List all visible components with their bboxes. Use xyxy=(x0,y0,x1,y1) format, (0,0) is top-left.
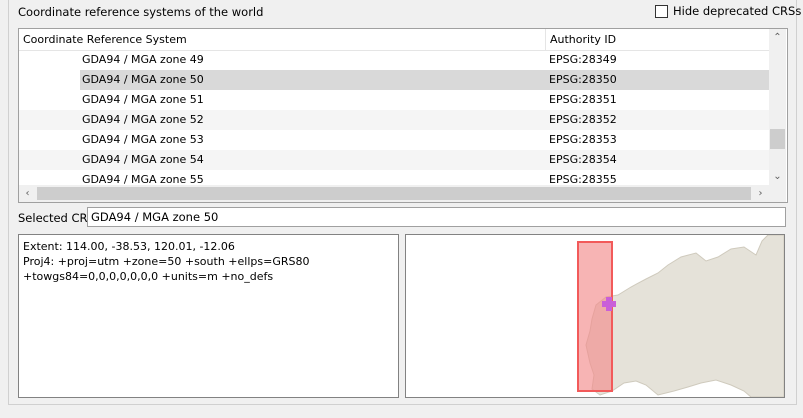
table-row[interactable]: GDA94 / MGA zone 55 EPSG:28355 xyxy=(19,170,769,185)
hide-deprecated-checkbox[interactable]: Hide deprecated CRSs xyxy=(655,4,801,18)
selected-crs-label: Selected CRS xyxy=(18,211,95,225)
crs-name-cell: GDA94 / MGA zone 52 xyxy=(82,113,204,126)
table-row[interactable]: GDA94 / MGA zone 53 EPSG:28353 xyxy=(19,130,769,150)
australia-landmass xyxy=(585,235,784,397)
authority-id-cell: EPSG:28349 xyxy=(549,53,617,66)
extent-map[interactable] xyxy=(405,234,785,398)
vertical-scrollbar[interactable]: ⌃ ⌄ xyxy=(769,29,786,185)
extent-text: Extent: 114.00, -38.53, 120.01, -12.06 xyxy=(23,240,235,253)
crs-info-box: Extent: 114.00, -38.53, 120.01, -12.06 P… xyxy=(18,234,399,398)
crs-name-cell: GDA94 / MGA zone 49 xyxy=(82,53,204,66)
authority-id-cell: EPSG:28353 xyxy=(549,133,617,146)
authority-id-cell: EPSG:28351 xyxy=(549,93,617,106)
crs-name-cell: GDA94 / MGA zone 54 xyxy=(82,153,204,166)
column-header-authority-id[interactable]: Authority ID xyxy=(546,29,769,50)
table-row[interactable]: GDA94 / MGA zone 52 EPSG:28352 xyxy=(19,110,769,130)
scrollbar-corner xyxy=(769,185,786,202)
scroll-right-icon[interactable]: › xyxy=(752,185,769,202)
table-row[interactable]: GDA94 / MGA zone 49 EPSG:28349 xyxy=(19,50,769,70)
proj4-text-continued: +towgs84=0,0,0,0,0,0,0 +units=m +no_defs xyxy=(23,270,274,283)
authority-id-cell: EPSG:28352 xyxy=(549,113,617,126)
table-row-selected[interactable]: GDA94 / MGA zone 50 EPSG:28350 xyxy=(19,70,769,90)
selected-crs-field[interactable]: GDA94 / MGA zone 50 xyxy=(87,207,786,227)
scroll-down-icon[interactable]: ⌄ xyxy=(769,168,786,185)
table-row[interactable]: GDA94 / MGA zone 54 EPSG:28354 xyxy=(19,150,769,170)
group-title: Coordinate reference systems of the worl… xyxy=(18,5,264,19)
horizontal-scrollbar[interactable]: ‹ › xyxy=(19,185,769,202)
crs-table[interactable]: Coordinate Reference System Authority ID… xyxy=(18,28,788,203)
map-canvas xyxy=(577,235,784,397)
checkbox-box[interactable] xyxy=(655,4,668,18)
crs-name-cell: GDA94 / MGA zone 55 xyxy=(82,173,204,185)
proj4-text: Proj4: +proj=utm +zone=50 +south +ellps=… xyxy=(23,255,310,268)
authority-id-cell: EPSG:28355 xyxy=(549,173,617,185)
scroll-left-icon[interactable]: ‹ xyxy=(19,185,36,202)
horizontal-scroll-thumb[interactable] xyxy=(37,187,751,200)
crs-name-cell: GDA94 / MGA zone 50 xyxy=(80,70,546,90)
authority-id-cell: EPSG:28350 xyxy=(546,70,769,90)
hide-deprecated-label: Hide deprecated CRSs xyxy=(673,4,802,18)
table-body: GDA94 / MGA zone 49 EPSG:28349 GDA94 / M… xyxy=(19,50,769,185)
crs-extent-rectangle xyxy=(577,241,613,392)
column-header-crs[interactable]: Coordinate Reference System xyxy=(19,29,546,50)
vertical-scroll-thumb[interactable] xyxy=(770,129,785,149)
crs-name-cell: GDA94 / MGA zone 53 xyxy=(82,133,204,146)
authority-id-cell: EPSG:28354 xyxy=(549,153,617,166)
scroll-up-icon[interactable]: ⌃ xyxy=(769,29,786,46)
table-row[interactable]: GDA94 / MGA zone 51 EPSG:28351 xyxy=(19,90,769,110)
table-header: Coordinate Reference System Authority ID xyxy=(19,29,769,51)
crs-name-cell: GDA94 / MGA zone 51 xyxy=(82,93,204,106)
